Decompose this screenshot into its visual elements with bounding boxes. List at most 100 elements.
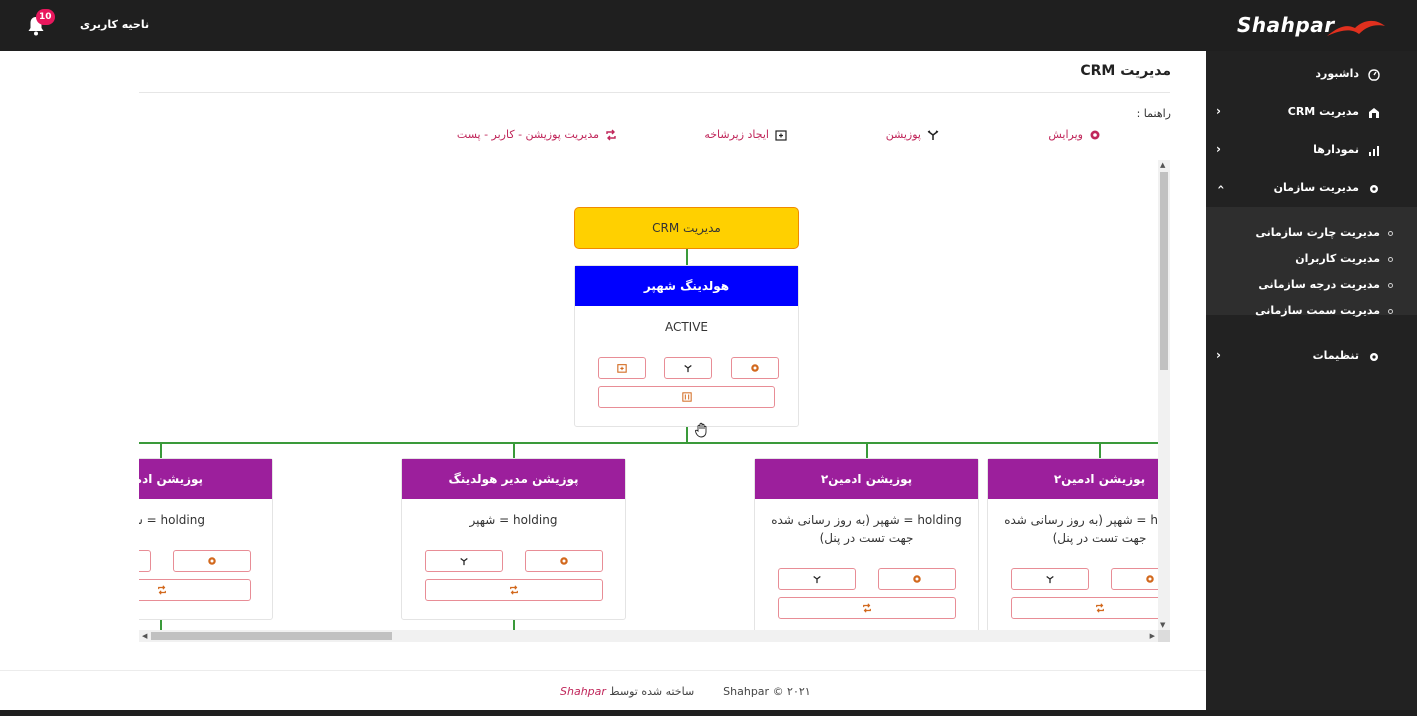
legend-position-label: پوزیشن bbox=[885, 128, 921, 141]
gear-icon bbox=[751, 364, 759, 372]
notification-count-badge: 10 bbox=[36, 9, 55, 25]
manage-position-button[interactable] bbox=[778, 597, 956, 619]
sidebar-item-crm[interactable]: مدیریت CRM ‹ bbox=[1206, 94, 1417, 132]
gear-icon bbox=[1089, 129, 1101, 141]
guide-label: راهنما : bbox=[1136, 107, 1171, 120]
position-node-body: holding = شهپر bbox=[139, 513, 205, 527]
vertical-scroll-thumb[interactable] bbox=[1160, 172, 1168, 370]
legend-manage-position: مدیریت پوزیشن - کاربر - پست bbox=[457, 128, 617, 141]
chevron-left-icon: ‹ bbox=[1216, 104, 1221, 118]
root-node[interactable]: مدیریت CRM bbox=[574, 207, 799, 249]
retweet-icon bbox=[510, 585, 518, 595]
gear-icon bbox=[208, 557, 216, 565]
bullet-icon bbox=[1388, 230, 1393, 236]
connector-line bbox=[866, 444, 868, 458]
hand-cursor-icon bbox=[695, 422, 709, 442]
edit-button[interactable] bbox=[525, 550, 603, 572]
chevron-down-icon: ‹ bbox=[1213, 184, 1228, 190]
folder-plus-icon bbox=[617, 364, 627, 373]
retweet-icon bbox=[863, 603, 871, 613]
organization-submenu: مدیریت چارت سازمانی مدیریت کاربران مدیری… bbox=[1206, 207, 1417, 317]
submenu-item-grades[interactable]: مدیریت درجه سازمانی bbox=[1213, 278, 1393, 291]
split-arrows-icon bbox=[927, 129, 939, 141]
chevron-left-icon: ‹ bbox=[1216, 348, 1221, 362]
submenu-item-positions[interactable]: مدیریت سمت سازمانی bbox=[1213, 304, 1393, 317]
submenu-item-users[interactable]: مدیریت کاربران bbox=[1213, 252, 1393, 265]
position-button[interactable] bbox=[139, 550, 151, 572]
shahpar-logo[interactable]: Shahpar bbox=[1237, 10, 1387, 42]
sidebar-item-label: نمودارها bbox=[1313, 143, 1359, 156]
bullet-icon bbox=[1388, 256, 1393, 262]
holding-status: ACTIVE bbox=[664, 320, 709, 334]
horizontal-scrollbar[interactable]: ◀ ▶ bbox=[139, 630, 1158, 642]
sidebar-item-dashboard[interactable]: داشبورد bbox=[1206, 56, 1417, 94]
connector-line bbox=[686, 427, 688, 442]
holding-node: هولدینگ شهپر ACTIVE bbox=[574, 265, 799, 427]
bullet-icon bbox=[1388, 308, 1393, 314]
legend-manage-position-label: مدیریت پوزیشن - کاربر - پست bbox=[456, 128, 599, 141]
sidebar-item-charts[interactable]: نمودارها ‹ bbox=[1206, 132, 1417, 170]
dashboard-icon bbox=[1367, 68, 1381, 82]
retweet-icon bbox=[1096, 603, 1104, 613]
gear-icon bbox=[560, 557, 568, 565]
org-chart-viewport[interactable]: مدیریت CRM هولدینگ شهپر ACTIVE پوزیشن اد… bbox=[139, 160, 1170, 642]
position-button[interactable] bbox=[425, 550, 503, 572]
logo-wing-icon bbox=[1327, 20, 1385, 36]
position-node: پوزیشن ادمین۲ holding = شهپر (به روز رسا… bbox=[754, 458, 979, 638]
settings-grid-icon bbox=[681, 392, 692, 402]
user-area-link[interactable]: ناحیه کاربری bbox=[80, 18, 149, 31]
edit-button[interactable] bbox=[173, 550, 251, 572]
scroll-left-arrow-icon[interactable]: ◀ bbox=[142, 632, 147, 640]
horizontal-scroll-thumb[interactable] bbox=[151, 632, 392, 640]
holding-node-title: هولدینگ شهپر bbox=[575, 266, 798, 306]
position-node-body: holding = شهپر (به روز رسانی شده جهت تست… bbox=[1004, 513, 1170, 545]
legend-create-subbranch-label: ایجاد زیرشاخه bbox=[704, 128, 769, 141]
connector-line bbox=[139, 442, 1158, 444]
sidebar-item-settings[interactable]: تنظیمات ‹ bbox=[1206, 338, 1417, 376]
connector-line bbox=[1099, 444, 1101, 458]
manage-position-button[interactable] bbox=[425, 579, 603, 601]
manage-position-button[interactable] bbox=[139, 579, 251, 601]
page-title: مدیریت CRM bbox=[1080, 63, 1171, 79]
split-arrows-icon bbox=[813, 576, 821, 584]
submenu-label: مدیریت کاربران bbox=[1295, 252, 1380, 265]
position-node-title: پوزیشن ادمین bbox=[139, 459, 272, 499]
sidebar-item-label: داشبورد bbox=[1315, 67, 1359, 80]
position-button[interactable] bbox=[778, 568, 856, 590]
position-node-title: پوزیشن ادمین۲ bbox=[988, 459, 1170, 499]
scroll-up-arrow-icon[interactable]: ▲ bbox=[1160, 161, 1165, 169]
legend-create-subbranch: ایجاد زیرشاخه bbox=[704, 128, 787, 141]
submenu-label: مدیریت چارت سازمانی bbox=[1255, 226, 1381, 239]
edit-button[interactable] bbox=[878, 568, 956, 590]
position-node-body: holding = شهپر (به روز رسانی شده جهت تست… bbox=[771, 513, 962, 545]
gear-icon bbox=[913, 575, 921, 583]
submenu-item-org-chart[interactable]: مدیریت چارت سازمانی bbox=[1213, 226, 1393, 239]
create-subbranch-button[interactable] bbox=[598, 357, 646, 379]
manage-position-button[interactable] bbox=[1011, 597, 1170, 619]
position-node-title: پوزیشن مدیر هولدینگ bbox=[402, 459, 625, 499]
position-button[interactable] bbox=[1011, 568, 1089, 590]
sidebar-item-label: مدیریت سازمان bbox=[1273, 181, 1359, 194]
gear-icon bbox=[1146, 575, 1154, 583]
bottom-strip bbox=[0, 710, 1417, 716]
position-button[interactable] bbox=[664, 357, 712, 379]
vertical-scrollbar[interactable]: ▲ ▼ bbox=[1158, 160, 1170, 630]
footer-made-by: ساخته شده توسط bbox=[609, 685, 695, 698]
scroll-right-arrow-icon[interactable]: ▶ bbox=[1150, 632, 1155, 640]
split-arrows-icon bbox=[460, 558, 468, 566]
footer-brand-link[interactable]: Shahpar bbox=[560, 685, 606, 698]
sidebar-item-label: تنظیمات bbox=[1312, 349, 1359, 362]
edit-button[interactable] bbox=[731, 357, 779, 379]
connector-line bbox=[513, 444, 515, 458]
chevron-left-icon: ‹ bbox=[1216, 142, 1221, 156]
bullet-icon bbox=[1388, 282, 1393, 288]
split-arrows-icon bbox=[1046, 576, 1054, 584]
manage-position-button[interactable] bbox=[598, 386, 775, 408]
sidebar-item-label: مدیریت CRM bbox=[1287, 105, 1359, 118]
position-node-title: پوزیشن ادمین۲ bbox=[755, 459, 978, 499]
gear-icon bbox=[1367, 350, 1381, 364]
footer-divider bbox=[0, 670, 1206, 671]
sidebar-item-organization[interactable]: مدیریت سازمان ‹ bbox=[1206, 170, 1417, 208]
folder-plus-icon bbox=[775, 129, 787, 141]
scroll-down-arrow-icon[interactable]: ▼ bbox=[1160, 621, 1165, 629]
